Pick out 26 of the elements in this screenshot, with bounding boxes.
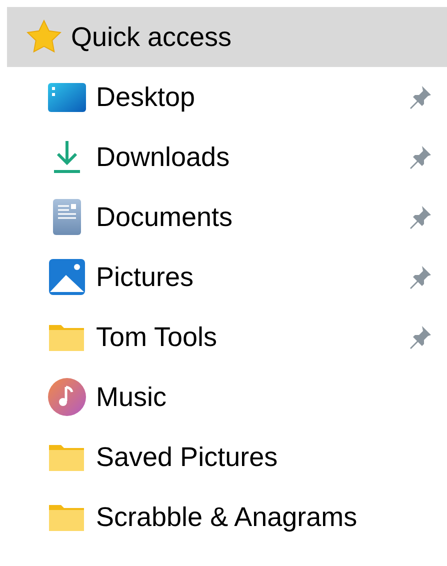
folder-icon <box>48 442 85 472</box>
folder-label: Pictures <box>96 260 195 294</box>
folder-label: Documents <box>96 200 234 234</box>
quick-access-label: Quick access <box>71 20 232 54</box>
folder-icon <box>48 322 85 352</box>
folder-label: Scrabble & Anagrams <box>96 500 358 534</box>
folder-item[interactable]: Downloads <box>7 127 447 187</box>
folder-item[interactable]: Documents <box>7 187 447 247</box>
quick-access-item[interactable]: Quick access <box>7 7 447 67</box>
folder-item[interactable]: Music <box>7 367 447 427</box>
folder-item[interactable]: Scrabble & Anagrams <box>7 487 447 547</box>
music-icon <box>46 377 86 417</box>
folder-label: Music <box>96 380 168 414</box>
folder-item[interactable]: Desktop <box>7 67 447 127</box>
star-icon <box>25 19 63 55</box>
folder-item[interactable]: Pictures <box>7 247 447 307</box>
folder-label: Desktop <box>96 80 196 114</box>
folder-item[interactable]: Tom Tools <box>7 307 447 367</box>
folder-icon <box>48 502 85 532</box>
folder-label: Tom Tools <box>96 320 218 354</box>
folder-label: Saved Pictures <box>96 440 279 474</box>
folder-label: Downloads <box>96 140 231 174</box>
image-icon <box>48 258 86 296</box>
monitor-icon <box>46 81 86 113</box>
document-icon <box>52 198 82 236</box>
folder-item[interactable]: Saved Pictures <box>7 427 447 487</box>
